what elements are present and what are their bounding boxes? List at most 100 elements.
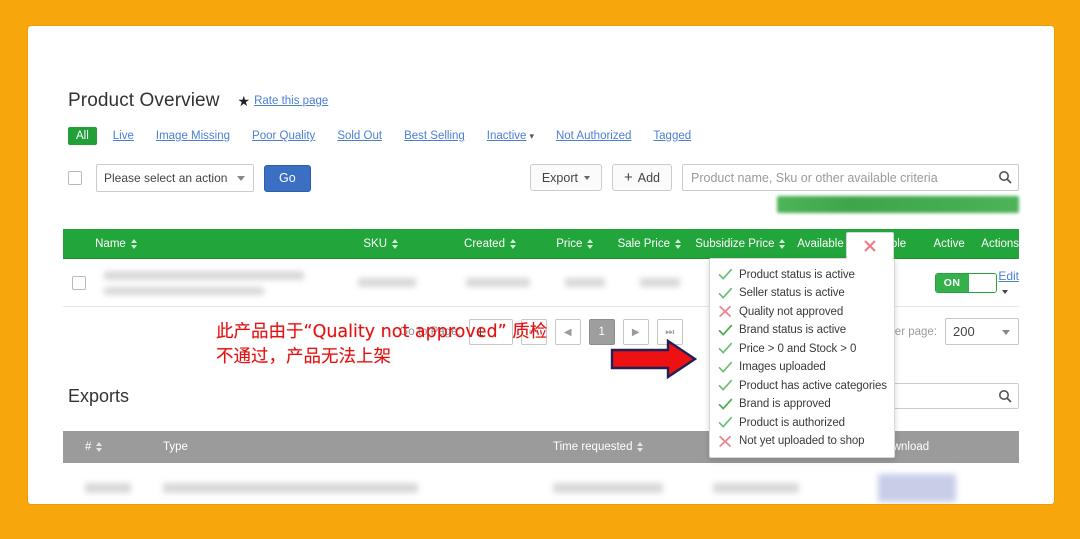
checklist-label: Brand is approved xyxy=(739,398,831,410)
search-icon[interactable] xyxy=(998,170,1012,184)
price-redacted xyxy=(565,278,605,287)
filter-tabs: All Live Image Missing Poor Quality Sold… xyxy=(68,127,713,145)
sort-icon[interactable] xyxy=(392,239,398,249)
annotation-text: 此产品由于“Quality not approved” 质检 不通过，产品无法上… xyxy=(216,320,547,371)
add-button-label: Add xyxy=(638,171,660,185)
sort-icon[interactable] xyxy=(510,239,516,249)
bulk-action-select-wrap: Please select an action xyxy=(96,164,254,192)
checklist-item: Quality not approved xyxy=(718,305,886,318)
tab-all[interactable]: All xyxy=(68,127,97,145)
checklist-label: Product status is active xyxy=(739,269,855,281)
export-time-requested-redacted xyxy=(553,483,663,493)
rate-this-page-link[interactable]: Rate this page xyxy=(254,95,328,107)
plus-icon: + xyxy=(624,170,633,185)
cross-icon xyxy=(718,305,733,318)
tab-inactive-label: Inactive xyxy=(487,130,527,142)
checklist-item: Product has active categories xyxy=(718,379,886,392)
prev-page-button[interactable]: ◀ xyxy=(555,319,581,345)
column-time-requested[interactable]: Time requested xyxy=(553,441,632,453)
column-type: Type xyxy=(163,441,188,453)
page-title: Product Overview xyxy=(68,90,220,112)
sku-redacted xyxy=(358,278,416,287)
chevron-down-icon: ▾ xyxy=(529,131,534,142)
tab-tagged[interactable]: Tagged xyxy=(653,130,691,142)
tab-not-authorized[interactable]: Not Authorized xyxy=(556,130,631,142)
row-checkbox[interactable] xyxy=(72,276,86,290)
column-subsidize-price[interactable]: Subsidize Price xyxy=(695,238,774,250)
sort-icon[interactable] xyxy=(637,442,643,452)
search-input[interactable] xyxy=(683,165,1018,190)
search-icon[interactable] xyxy=(998,389,1012,403)
checklist-item: Product status is active xyxy=(718,268,886,281)
right-arrow-icon xyxy=(610,338,698,385)
column-name[interactable]: Name xyxy=(95,238,126,250)
checklist-item: Product is authorized xyxy=(718,416,886,429)
product-search-box[interactable] xyxy=(682,164,1019,191)
column-active: Active xyxy=(933,238,964,250)
cross-icon xyxy=(718,435,733,448)
tab-inactive[interactable]: Inactive▾ xyxy=(487,130,534,142)
exports-title: Exports xyxy=(68,386,129,407)
exports-row[interactable] xyxy=(63,463,1019,504)
column-sale-price[interactable]: Sale Price xyxy=(618,238,670,250)
checklist-item: Brand status is active xyxy=(718,324,886,337)
column-price[interactable]: Price xyxy=(556,238,582,250)
edit-action[interactable]: Edit xyxy=(998,269,1019,297)
tab-best-selling[interactable]: Best Selling xyxy=(404,130,465,142)
items-per-page-select-wrap: 200 xyxy=(945,318,1019,345)
sort-icon[interactable] xyxy=(675,239,681,249)
tab-sold-out[interactable]: Sold Out xyxy=(337,130,382,142)
check-icon xyxy=(718,398,733,411)
edit-label[interactable]: Edit xyxy=(998,269,1019,283)
export-index-redacted xyxy=(85,483,131,493)
checklist-label: Not yet uploaded to shop xyxy=(739,435,864,447)
checklist-item: Brand is approved xyxy=(718,398,886,411)
sort-icon[interactable] xyxy=(131,239,137,249)
column-available[interactable]: Available xyxy=(797,238,843,250)
tab-image-missing[interactable]: Image Missing xyxy=(156,130,230,142)
checklist-label: Product has active categories xyxy=(739,380,887,392)
sort-icon[interactable] xyxy=(779,239,785,249)
check-icon xyxy=(718,287,733,300)
checklist-label: Brand status is active xyxy=(739,324,846,336)
notification-bar xyxy=(777,196,1019,213)
checklist-item: Price > 0 and Stock > 0 xyxy=(718,342,886,355)
chevron-down-icon xyxy=(1002,290,1008,294)
items-per-page-select[interactable]: 200 xyxy=(945,318,1019,345)
check-icon xyxy=(718,416,733,429)
select-all-checkbox[interactable] xyxy=(68,171,82,185)
toolbar-right: Export + Add xyxy=(530,164,1019,191)
checklist-item: Images uploaded xyxy=(718,361,886,374)
check-icon xyxy=(718,342,733,355)
product-subtitle-redacted xyxy=(104,287,264,295)
check-icon xyxy=(718,268,733,281)
check-icon xyxy=(718,324,733,337)
column-sku[interactable]: SKU xyxy=(363,238,387,250)
product-status-popup: Product status is active Seller status i… xyxy=(709,258,895,458)
column-index[interactable]: # xyxy=(85,441,91,453)
column-created[interactable]: Created xyxy=(464,238,505,250)
checklist-label: Product is authorized xyxy=(739,417,845,429)
checklist-label: Images uploaded xyxy=(739,361,826,373)
checklist-item: Seller status is active xyxy=(718,287,886,300)
toolbar: Please select an action Go Export + Add xyxy=(68,164,1019,196)
tab-poor-quality[interactable]: Poor Quality xyxy=(252,130,315,142)
export-time-completed-redacted xyxy=(713,483,799,493)
column-actions: Actions xyxy=(981,238,1019,250)
add-button[interactable]: + Add xyxy=(612,164,672,191)
close-icon xyxy=(862,238,878,254)
annotation-line-1: 此产品由于“Quality not approved” 质检 xyxy=(216,320,547,345)
sort-icon[interactable] xyxy=(96,442,102,452)
export-button[interactable]: Export xyxy=(530,164,602,191)
star-icon: ★ xyxy=(238,94,251,108)
go-button[interactable]: Go xyxy=(264,165,311,192)
rate-this-page[interactable]: ★ Rate this page xyxy=(238,94,329,108)
sort-icon[interactable] xyxy=(587,239,593,249)
check-icon xyxy=(718,379,733,392)
bulk-action-select[interactable]: Please select an action xyxy=(96,164,254,192)
tab-live[interactable]: Live xyxy=(113,130,134,142)
checklist-label: Seller status is active xyxy=(739,287,845,299)
checklist-item: Not yet uploaded to shop xyxy=(718,435,886,448)
popup-close-button[interactable] xyxy=(846,232,894,259)
active-toggle[interactable]: ON xyxy=(935,273,997,293)
